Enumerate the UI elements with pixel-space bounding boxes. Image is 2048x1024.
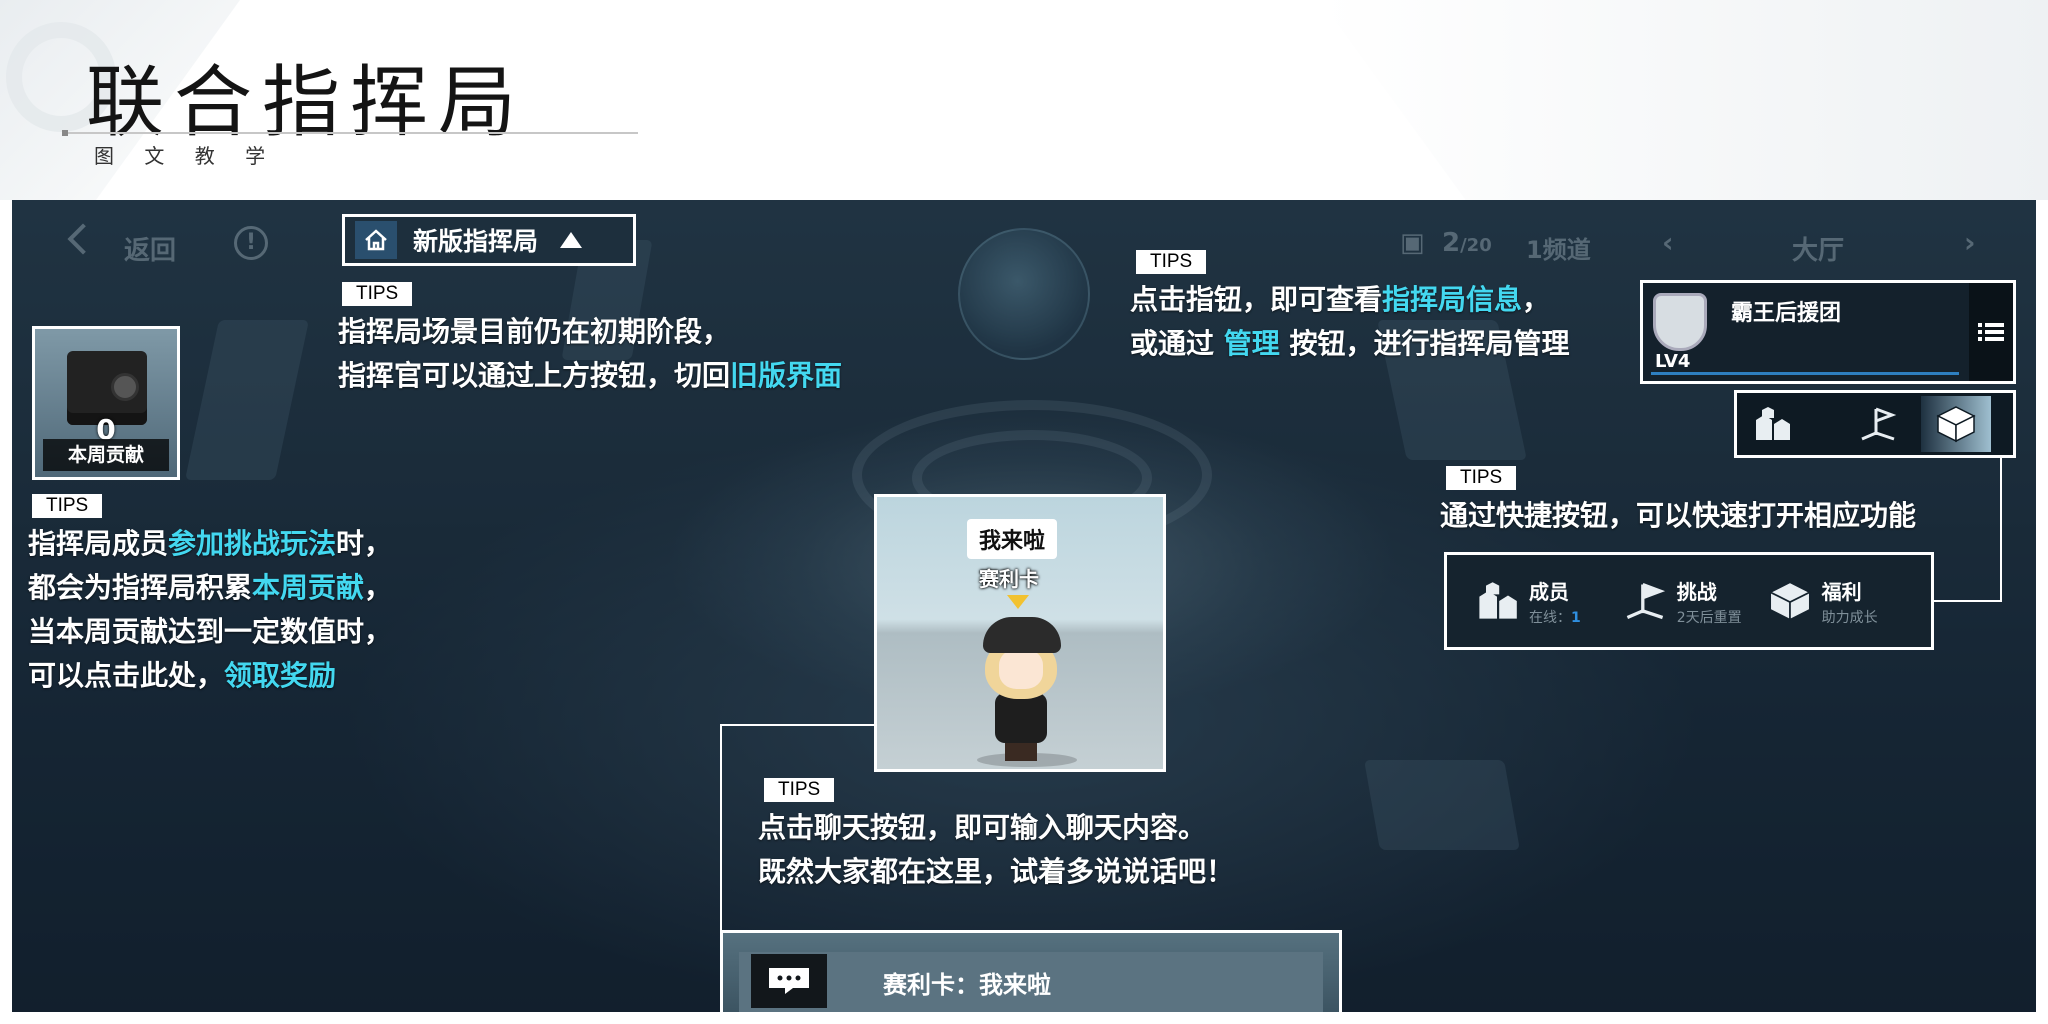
contribution-tip-text: 指挥局成员参加挑战玩法时， 都会为指挥局积累本周贡献， 当本周贡献达到一定数值时… xyxy=(28,522,392,698)
info-tip-line1-post: ， xyxy=(1522,283,1551,316)
shortcut-connector-h xyxy=(1934,600,2002,602)
lobby-next-chevron-icon[interactable]: › xyxy=(1964,226,1976,259)
chat-tip-line1: 点击聊天按钮，即可输入聊天内容。 xyxy=(758,811,1207,844)
switch-button-label: 新版指挥局 xyxy=(413,227,539,256)
members-shortcut-icon[interactable] xyxy=(1737,396,1807,452)
info-icon[interactable]: ! xyxy=(234,226,268,260)
chat-connector-v xyxy=(720,724,722,932)
speech-bubble: 我来啦 xyxy=(967,519,1058,559)
challenge-shortcut-icon[interactable] xyxy=(1843,396,1913,452)
info-tip-line1-highlight: 指挥局信息 xyxy=(1382,283,1523,316)
tips-tag-chat: TIPS xyxy=(764,778,835,802)
chat-bar: 赛利卡：我来啦 xyxy=(720,930,1342,1012)
welfare-quick-button[interactable]: 福利 助力成长 xyxy=(1768,576,1878,627)
character-name: 赛利卡 xyxy=(979,567,1039,591)
online-icon: ▣ xyxy=(1400,228,1425,258)
back-label[interactable]: 返回 xyxy=(124,230,176,267)
home-icon xyxy=(355,221,397,259)
contribution-tip-line2-pre: 都会为指挥局积累 xyxy=(28,571,253,604)
shortcut-connector-v xyxy=(2000,456,2002,602)
welfare-shortcut-icon[interactable] xyxy=(1921,396,1991,452)
switch-tip-text: 指挥局场景目前仍在初期阶段， 指挥官可以通过上方按钮，切回旧版界面 xyxy=(338,310,842,398)
guild-info-card[interactable]: 霸王后援团 LV4 xyxy=(1640,280,2016,384)
character-body xyxy=(995,693,1047,743)
guild-exp-bar xyxy=(1651,372,1959,375)
tips-tag-switch: TIPS xyxy=(342,282,413,306)
contribution-tip-line1-pre: 指挥局成员 xyxy=(28,527,169,560)
quick-function-panel: 成员 在线：1 挑战 2天后重置 福利 助力成长 xyxy=(1444,552,1934,650)
online-count-max: /20 xyxy=(1460,235,1492,256)
online-count: 2/20 xyxy=(1442,228,1492,258)
page-title: 联合指挥局 xyxy=(86,58,527,148)
chat-tip-line2: 既然大家都在这里，试着多说说话吧！ xyxy=(758,855,1235,888)
weekly-contribution-button[interactable]: 0 本周贡献 xyxy=(32,326,180,480)
guild-name: 霸王后援团 xyxy=(1731,301,1842,326)
switch-tip-line2-text: 指挥官可以通过上方按钮，切回 xyxy=(338,359,731,392)
title-divider-dot xyxy=(62,130,68,136)
contribution-tip-line2-highlight: 本周贡献 xyxy=(252,571,365,604)
tips-tag-info: TIPS xyxy=(1136,250,1207,274)
contribution-tip-line1: 指挥局成员参加挑战玩法时， xyxy=(28,522,392,566)
contribution-tip-line3: 当本周贡献达到一定数值时， xyxy=(28,615,393,648)
info-tip-line2-pre: 或通过 xyxy=(1130,327,1224,360)
info-tip-line2-post: 按钮，进行指挥局管理 xyxy=(1279,327,1570,360)
triangle-up-icon xyxy=(560,232,583,248)
title-divider xyxy=(64,132,638,134)
chat-connector-h xyxy=(720,724,876,726)
challenge-quick-button[interactable]: 挑战 2天后重置 xyxy=(1623,576,1742,627)
info-tip-line2-highlight: 管理 xyxy=(1223,327,1280,360)
page-subtitle: 图 文 教 学 xyxy=(94,144,278,168)
contribution-label: 本周贡献 xyxy=(43,439,169,471)
challenge-flag-icon xyxy=(1626,582,1665,620)
player-character-view[interactable]: 我来啦 赛利卡 xyxy=(874,494,1166,772)
character-face xyxy=(999,649,1043,689)
members-icon xyxy=(1479,582,1517,619)
contribution-tip-line1-post: 时， xyxy=(336,527,393,560)
shortcut-bar xyxy=(1734,390,2016,458)
info-tip-line1-pre: 点击指钮，即可查看 xyxy=(1130,283,1383,316)
welfare-sub: 助力成长 xyxy=(1821,609,1878,626)
members-quick-button[interactable]: 成员 在线：1 xyxy=(1475,576,1581,627)
chat-tip-text: 点击聊天按钮，即可输入聊天内容。 既然大家都在这里，试着多说说话吧！ xyxy=(758,806,1234,894)
lobby-prev-chevron-icon[interactable]: ‹ xyxy=(1662,226,1674,259)
guild-emblem-icon xyxy=(1653,293,1707,351)
contribution-tip-line1-highlight: 参加挑战玩法 xyxy=(168,527,337,560)
contribution-tip-line2: 都会为指挥局积累本周贡献， xyxy=(28,566,392,610)
info-tip-line1: 点击指钮，即可查看指挥局信息， xyxy=(1130,278,1570,322)
info-tip-line2: 或通过 管理 按钮，进行指挥局管理 xyxy=(1130,322,1570,366)
chat-message: 赛利卡：我来啦 xyxy=(883,971,1051,999)
info-tip-text: 点击指钮，即可查看指挥局信息， 或通过 管理 按钮，进行指挥局管理 xyxy=(1130,278,1570,366)
challenge-title: 挑战 xyxy=(1676,579,1717,604)
switch-tip-line1: 指挥局场景目前仍在初期阶段， xyxy=(338,315,731,348)
contribution-tip-line4: 可以点击此处，领取奖励 xyxy=(28,654,392,698)
contribution-tip-line4-highlight: 领取奖励 xyxy=(224,659,337,692)
members-online-prefix: 在线： xyxy=(1529,609,1571,626)
position-marker-icon xyxy=(1007,595,1029,609)
chat-button[interactable] xyxy=(751,954,827,1008)
game-screenshot: 返回 ! ▣ 2/20 1频道 ‹ 大厅 › 新版指挥局 0 本周贡献 霸王后援… xyxy=(12,200,2036,1012)
welfare-box-icon xyxy=(1768,581,1812,622)
lobby-label: 大厅 xyxy=(1792,236,1845,266)
tips-tag-contribution: TIPS xyxy=(32,494,103,518)
shortcut-tip-text: 通过快捷按钮，可以快速打开相应功能 xyxy=(1440,499,1917,532)
chat-bubble-icon xyxy=(769,968,809,994)
switch-tip-line2: 指挥官可以通过上方按钮，切回旧版界面 xyxy=(338,354,842,398)
contribution-tip-line2-post: ， xyxy=(364,571,393,604)
members-online: 在线：1 xyxy=(1529,607,1581,627)
character-hat xyxy=(983,617,1061,653)
new-version-switch-button[interactable]: 新版指挥局 xyxy=(342,214,636,266)
channel-label[interactable]: 1频道 xyxy=(1526,230,1591,265)
challenge-reset: 2天后重置 xyxy=(1676,609,1742,626)
welfare-title: 福利 xyxy=(1821,579,1862,604)
guild-manage-list-icon[interactable] xyxy=(1969,283,2013,381)
members-title: 成员 xyxy=(1529,579,1569,604)
guild-level: LV4 xyxy=(1655,351,1691,372)
online-count-value: 2 xyxy=(1442,228,1461,258)
contribution-tip-line4-pre: 可以点击此处， xyxy=(28,659,225,692)
tips-tag-shortcut: TIPS xyxy=(1446,466,1517,490)
switch-tip-highlight: 旧版界面 xyxy=(730,359,843,392)
members-online-count: 1 xyxy=(1571,609,1581,626)
